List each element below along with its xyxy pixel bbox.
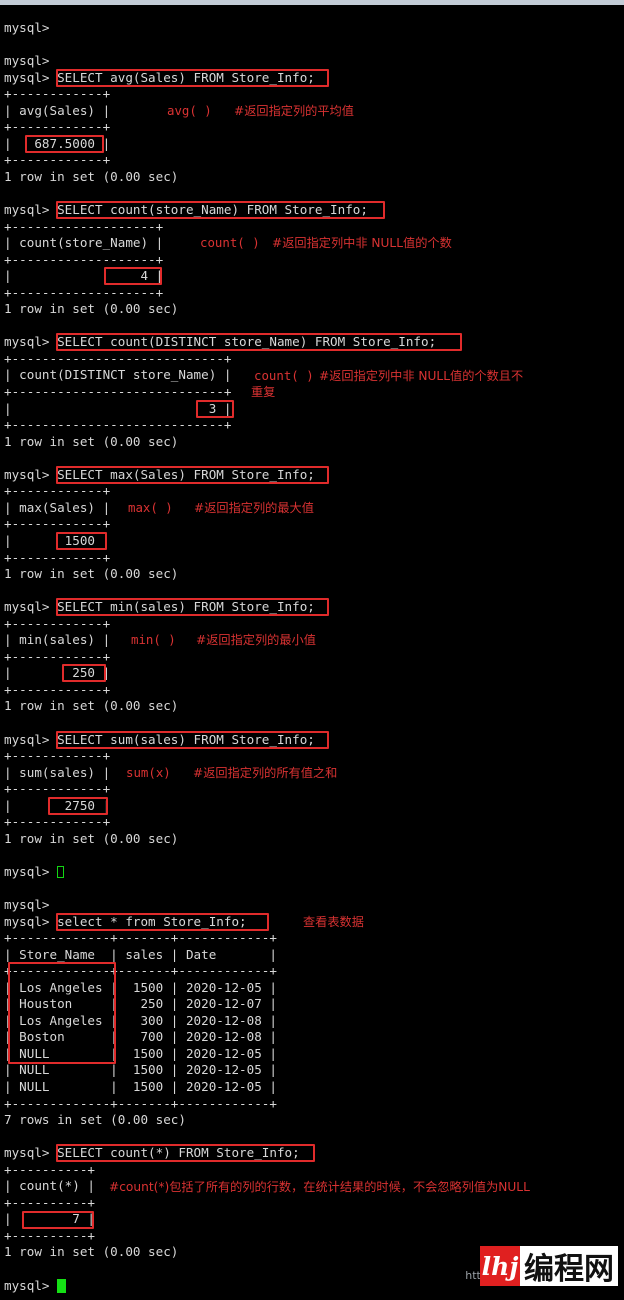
terminal-line: mysql> [4, 896, 50, 912]
count-distinct-label: count( ) [254, 367, 314, 383]
terminal-line: 1 row in set (0.00 sec) [4, 433, 179, 449]
terminal-line: mysql> SELECT sum(sales) FROM Store_Info… [4, 731, 315, 747]
terminal-line: | 1500 | [4, 532, 111, 548]
count-func-label: count( ) [200, 235, 260, 251]
sum-func-desc: #返回指定列的所有值之和 [193, 765, 338, 780]
terminal-line: | Houston | 250 | 2020-12-07 | [4, 996, 277, 1012]
terminal-line: +-------------+-------+------------+ [4, 1095, 277, 1111]
terminal-line: mysql> SELECT count(*) FROM Store_Info; [4, 1145, 300, 1161]
terminal-line: mysql> SELECT count(DISTINCT store_Name)… [4, 334, 437, 350]
terminal-line: +------------+ [4, 748, 111, 764]
terminal-line: +-------------+-------+------------+ [4, 963, 277, 979]
terminal-output[interactable]: mysql> mysql> mysql> SELECT avg(Sales) FR… [4, 20, 624, 1294]
terminal-line: +----------------------------+ [4, 384, 232, 400]
terminal-line: +-------------------+ [4, 218, 164, 234]
select-all-desc: 查看表数据 [303, 914, 364, 929]
terminal-line: | count(DISTINCT store_Name) | [4, 367, 232, 383]
terminal-line: +------------+ [4, 648, 111, 664]
count-star-desc: #count(*)包括了所有的列的行数，在统计结果的时候，不会忽略列值为NULL [109, 1179, 530, 1194]
terminal-line: +----------+ [4, 1161, 95, 1177]
terminal-line: | 3 | [4, 400, 232, 416]
terminal-line: +------------+ [4, 483, 111, 499]
watermark-logo-icon: lhj [480, 1246, 520, 1286]
terminal-line: | NULL | 1500 | 2020-12-05 | [4, 1062, 277, 1078]
terminal-line: +------------+ [4, 119, 111, 135]
terminal-line: | Boston | 700 | 2020-12-08 | [4, 1029, 277, 1045]
terminal-line: | 2750 | [4, 797, 111, 813]
terminal-cursor [57, 865, 65, 878]
terminal-line: 1 row in set (0.00 sec) [4, 301, 179, 317]
count-distinct-desc-1: #返回指定列中非 NULL值的个数且不 [319, 368, 524, 383]
terminal-line: 7 rows in set (0.00 sec) [4, 1112, 186, 1128]
terminal-line: | 7 | [4, 1211, 95, 1227]
terminal-line: | 4 | [4, 268, 164, 284]
terminal-line: | Los Angeles | 1500 | 2020-12-05 | [4, 979, 277, 995]
terminal-line: mysql> SELECT min(sales) FROM Store_Info… [4, 599, 315, 615]
terminal-line: +----------+ [4, 1227, 95, 1243]
terminal-line: | NULL | 1500 | 2020-12-05 | [4, 1079, 277, 1094]
terminal-line: | 687.5000 | [4, 135, 111, 151]
window-titlebar [0, 0, 624, 5]
min-func-desc: #返回指定列的最小值 [196, 633, 316, 648]
terminal-line: +------------+ [4, 814, 111, 830]
terminal-line: +-------------------+ [4, 251, 164, 267]
terminal-line: 1 row in set (0.00 sec) [4, 566, 179, 582]
count-func-desc: #返回指定列中非 NULL值的个数 [272, 236, 452, 251]
avg-func-label: avg( ) [167, 102, 212, 118]
terminal-line: +------------+ [4, 86, 111, 102]
terminal-line: +------------+ [4, 681, 111, 697]
terminal-line: +-------------+-------+------------+ [4, 930, 277, 946]
terminal-line: mysql> [4, 864, 624, 881]
max-func-desc: #返回指定列的最大值 [194, 500, 314, 515]
terminal-line: 1 row in set (0.00 sec) [4, 168, 179, 184]
avg-func-desc: #返回指定列的平均值 [234, 103, 354, 118]
count-distinct-desc-2: 重复 [251, 385, 276, 400]
terminal-line: mysql> SELECT max(Sales) FROM Store_Info… [4, 466, 315, 482]
terminal-line: | NULL | 1500 | 2020-12-05 | [4, 1045, 277, 1061]
sum-func-label: sum(x) [126, 764, 171, 780]
terminal-line: +----------------------------+ [4, 417, 232, 433]
terminal-line: mysql> [4, 53, 50, 69]
terminal-line: mysql> SELECT avg(Sales) FROM Store_Info… [4, 69, 315, 85]
terminal-line: | max(Sales) | [4, 499, 111, 515]
watermark: https://blog.c lhj 编程网 [465, 1246, 618, 1287]
terminal-line: +------------+ [4, 615, 111, 631]
terminal-line: +------------+ [4, 516, 111, 532]
terminal-line: mysql> SELECT count(store_Name) FROM Sto… [4, 202, 368, 218]
terminal-line: 1 row in set (0.00 sec) [4, 698, 179, 714]
terminal-line: +------------+ [4, 549, 111, 565]
watermark-brand: 编程网 [520, 1246, 618, 1287]
min-func-label: min( ) [131, 632, 176, 648]
terminal-line: +-------------------+ [4, 284, 164, 300]
terminal-line: | Store_Name | sales | Date | [4, 946, 277, 962]
terminal-line: +------------+ [4, 781, 111, 797]
terminal-line: +------------+ [4, 152, 111, 168]
terminal-cursor [57, 1278, 67, 1293]
terminal-line: 1 row in set (0.00 sec) [4, 830, 179, 846]
terminal-line: +----------------------------+ [4, 350, 232, 366]
terminal-window: mysql> mysql> mysql> SELECT avg(Sales) FR… [0, 0, 624, 1300]
terminal-line: | Los Angeles | 300 | 2020-12-08 | [4, 1012, 277, 1028]
terminal-line: | 250 | [4, 665, 111, 681]
terminal-line: mysql> [4, 20, 50, 35]
terminal-line: +----------+ [4, 1194, 95, 1210]
max-func-label: max( ) [128, 499, 173, 515]
